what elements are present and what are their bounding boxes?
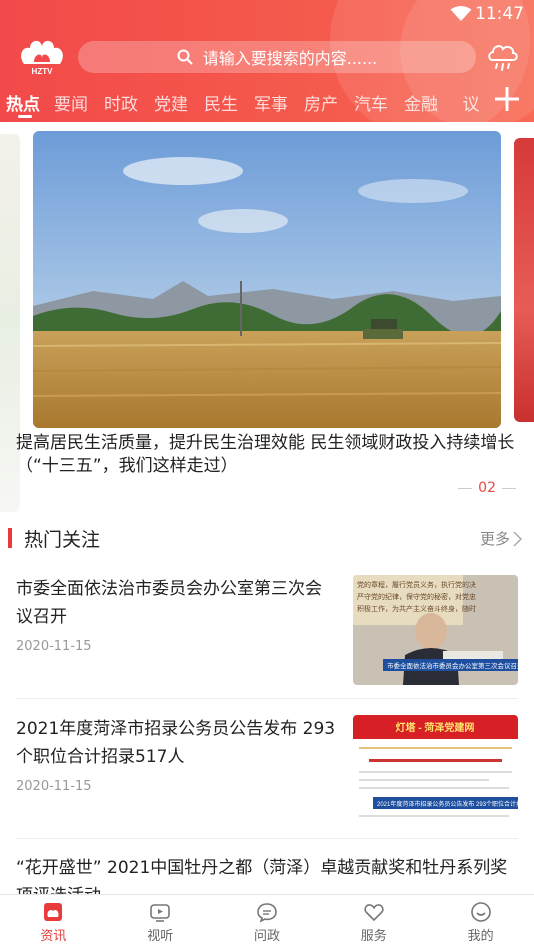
announcement-image: 灯塔 - 菏泽党建网 2021年度菏泽市招录公务员公告发布 293个职位合计招录… [353,715,518,825]
tab-label: 民生 [204,95,238,115]
thumb-caption: 市委全面依法治市委员会办公室第三次会议召开 [387,661,518,670]
news-title: 2021年度菏泽市招录公务员公告发布 293个职位合计招录517人 [16,719,336,767]
tab-partial[interactable]: 议 [446,86,480,118]
profile-icon [470,902,491,922]
svg-text:党的章程，履行党员义务，执行党的决: 党的章程，履行党员义务，执行党的决 [357,580,476,589]
bottom-navigation: 资讯 视听 问政 服务 我的 [0,894,534,949]
more-label: 更多 [479,530,510,548]
thumb-caption: 2021年度菏泽市招录公务员公告发布 293个职位合计招录517人 [377,800,518,808]
search-bar[interactable]: 请输入要搜索的内容...... [78,41,476,73]
search-icon [177,49,193,65]
tab-important[interactable]: 要闻 [46,86,96,118]
tab-label: 时政 [104,95,138,115]
nav-service[interactable]: 服务 [320,895,427,949]
tab-label: 议 [462,95,480,115]
nav-label: 服务 [360,929,387,944]
carousel-caption[interactable]: 提高居民生活质量，提升民生治理效能 民生领域财政投入持续增长（“十三五”，我们这… [16,432,516,478]
news-date: 2020-11-15 [16,639,92,654]
tab-finance[interactable]: 金融 [396,86,446,118]
nav-label: 问政 [253,929,280,944]
weather-icon[interactable] [486,40,520,74]
tab-label: 金融 [404,95,438,115]
tab-label: 军事 [254,95,288,115]
nav-profile[interactable]: 我的 [427,895,534,949]
hot-topics-header: 热门关注 更多 [0,522,534,554]
active-tab-indicator [18,115,32,118]
tab-hot[interactable]: 热点 [0,86,46,118]
news-thumbnail: 灯塔 - 菏泽党建网 2021年度菏泽市招录公务员公告发布 293个职位合计招录… [353,715,518,825]
news-item[interactable]: 市委全面依法治市委员会办公室第三次会议召开 2020-11-15 党的章程，履行… [16,575,518,699]
tab-realestate[interactable]: 房产 [296,86,346,118]
meeting-image: 党的章程，履行党员义务，执行党的决 严守党的纪律，保守党的秘密，对党忠 积极工作… [353,575,518,685]
chat-icon [257,903,277,923]
carousel-main-slide[interactable] [33,131,501,428]
section-accent-bar [8,528,12,548]
tab-politics[interactable]: 时政 [96,86,146,118]
news-item[interactable]: “花开盛世” 2021中国牡丹之都（菏泽）卓越贡献奖和牡丹系列奖项评选活动 [16,854,518,894]
nav-inquiry[interactable]: 问政 [214,895,321,949]
tab-auto[interactable]: 汽车 [346,86,396,118]
tab-military[interactable]: 军事 [246,86,296,118]
tab-label: 要闻 [54,95,88,115]
more-link[interactable]: 更多 [480,528,522,549]
svg-text:严守党的纪律，保守党的秘密，对党忠: 严守党的纪律，保守党的秘密，对党忠 [357,592,476,601]
indicator-line [502,487,516,489]
wifi-icon [450,6,472,21]
nav-label: 资讯 [40,929,67,944]
nav-label: 我的 [467,929,494,944]
news-date: 2020-11-15 [16,779,92,794]
wheat-field-image [33,131,501,428]
logo-icon: HZTV [21,40,63,76]
carousel-next-slide[interactable] [514,138,534,422]
news-icon [44,903,63,921]
tab-label: 热点 [6,95,40,115]
tab-livelihood[interactable]: 民生 [196,86,246,118]
carousel-indicator: 02 [458,480,516,496]
add-channel-icon[interactable] [492,84,522,114]
nav-video[interactable]: 视听 [107,895,214,949]
nav-news[interactable]: 资讯 [0,895,107,949]
nav-label: 视听 [147,929,174,944]
tab-party[interactable]: 党建 [146,86,196,118]
video-icon [150,904,170,922]
news-title: 市委全面依法治市委员会办公室第三次会议召开 [16,579,322,627]
tab-label: 汽车 [354,95,388,115]
indicator-line [458,487,473,489]
featured-carousel: 提高居民生活质量，提升民生治理效能 民生领域财政投入持续增长（“十三五”，我们这… [0,122,534,512]
category-tabs: 热点 要闻 时政 党建 民生 军事 房产 汽车 金融 议 [0,86,480,118]
news-item[interactable]: 2021年度菏泽市招录公务员公告发布 293个职位合计招录517人 2020-1… [16,715,518,839]
search-placeholder: 请输入要搜索的内容...... [202,49,378,68]
heart-icon [364,904,384,922]
news-thumbnail: 党的章程，履行党员义务，执行党的决 严守党的纪律，保守党的秘密，对党忠 积极工作… [353,575,518,685]
section-title: 热门关注 [24,529,101,551]
carousel-page-number: 02 [478,480,496,496]
news-title: “花开盛世” 2021中国牡丹之都（菏泽）卓越贡献奖和牡丹系列奖项评选活动 [16,858,508,894]
svg-text:HZTV: HZTV [32,67,54,76]
svg-text:积极工作，为共产主义奋斗终身，随时: 积极工作，为共产主义奋斗终身，随时 [357,604,476,613]
app-header: 11:47 HZTV 请输入要搜索的内容...... 热点 要闻 时政 党建 民… [0,0,534,122]
status-time: 11:47 [475,4,524,24]
tab-label: 房产 [304,95,338,115]
status-bar: 11:47 [0,0,534,28]
tab-label: 党建 [154,95,188,115]
chevron-right-icon [513,530,522,547]
thumb-banner: 灯塔 - 菏泽党建网 [396,721,475,734]
